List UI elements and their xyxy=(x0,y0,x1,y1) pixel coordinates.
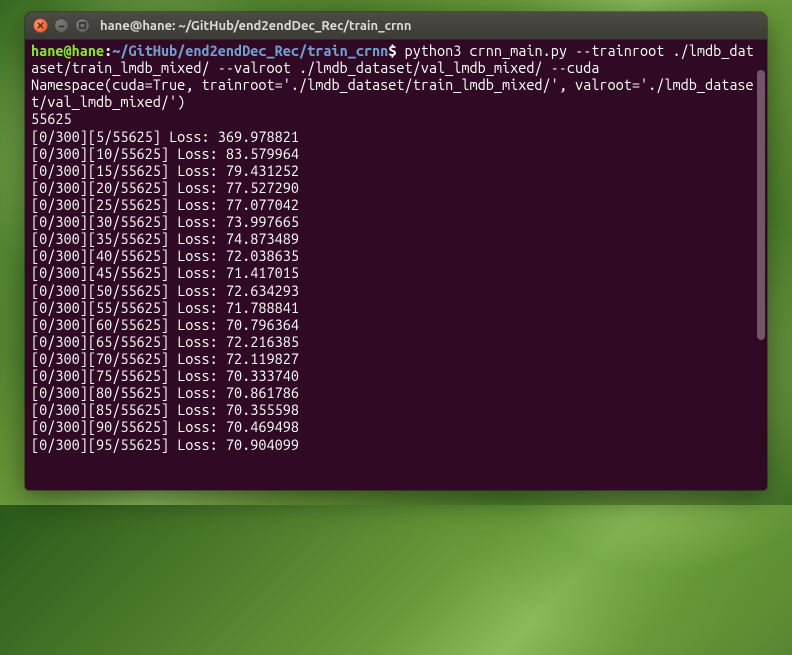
scrollbar[interactable] xyxy=(757,70,765,340)
output-loss-line: [0/300][80/55625] Loss: 70.861786 xyxy=(31,384,761,401)
output-loss-line: [0/300][35/55625] Loss: 74.873489 xyxy=(31,230,761,247)
output-loss-line: [0/300][30/55625] Loss: 73.997665 xyxy=(31,213,761,230)
output-loss-line: [0/300][20/55625] Loss: 77.527290 xyxy=(31,179,761,196)
terminal-body[interactable]: hane@hane:~/GitHub/end2endDec_Rec/train_… xyxy=(25,40,767,490)
close-icon[interactable] xyxy=(33,18,48,33)
output-loss-line: [0/300][55/55625] Loss: 71.788841 xyxy=(31,299,761,316)
terminal-window: hane@hane: ~/GitHub/end2endDec_Rec/train… xyxy=(25,12,767,490)
output-loss-line: [0/300][70/55625] Loss: 72.119827 xyxy=(31,350,761,367)
output-loss-line: [0/300][15/55625] Loss: 79.431252 xyxy=(31,162,761,179)
output-loss-line: [0/300][25/55625] Loss: 77.077042 xyxy=(31,196,761,213)
output-count: 55625 xyxy=(31,110,761,127)
prompt-user: hane@hane xyxy=(31,42,104,59)
prompt-path: ~/GitHub/end2endDec_Rec/train_crnn xyxy=(112,42,388,59)
titlebar[interactable]: hane@hane: ~/GitHub/end2endDec_Rec/train… xyxy=(25,12,767,40)
output-loss-line: [0/300][85/55625] Loss: 70.355598 xyxy=(31,401,761,418)
maximize-icon[interactable] xyxy=(75,18,90,33)
output-loss-line: [0/300][50/55625] Loss: 72.634293 xyxy=(31,282,761,299)
output-loss-line: [0/300][45/55625] Loss: 71.417015 xyxy=(31,264,761,281)
output-loss-line: [0/300][65/55625] Loss: 72.216385 xyxy=(31,333,761,350)
output-loss-line: [0/300][10/55625] Loss: 83.579964 xyxy=(31,145,761,162)
output-loss-line: [0/300][95/55625] Loss: 70.904099 xyxy=(31,436,761,453)
window-title: hane@hane: ~/GitHub/end2endDec_Rec/train… xyxy=(100,19,412,33)
output-loss-line: [0/300][40/55625] Loss: 72.038635 xyxy=(31,247,761,264)
output-loss-line: [0/300][60/55625] Loss: 70.796364 xyxy=(31,316,761,333)
window-controls xyxy=(33,18,90,33)
prompt-sep: : xyxy=(104,42,112,59)
output-namespace: Namespace(cuda=True, trainroot='./lmdb_d… xyxy=(31,76,761,110)
minimize-icon[interactable] xyxy=(54,18,69,33)
output-loss-line: [0/300][90/55625] Loss: 70.469498 xyxy=(31,418,761,435)
output-loss-line: [0/300][75/55625] Loss: 70.333740 xyxy=(31,367,761,384)
output-loss-line: [0/300][5/55625] Loss: 369.978821 xyxy=(31,128,761,145)
output-loss-lines: [0/300][5/55625] Loss: 369.978821[0/300]… xyxy=(31,128,761,453)
